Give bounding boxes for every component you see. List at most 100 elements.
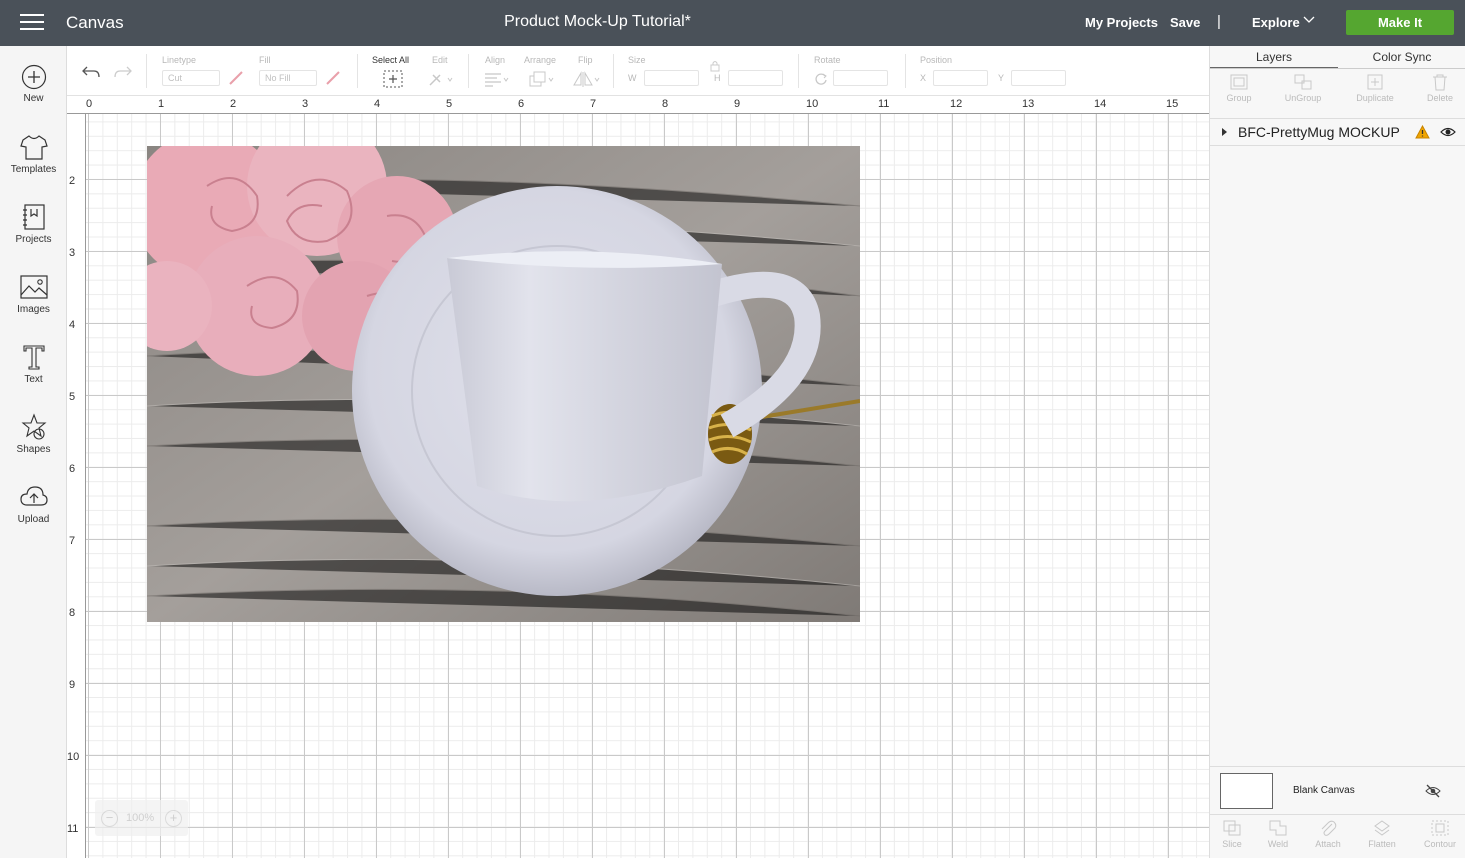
layer-item[interactable]: BFC-PrettyMug MOCKUP — [1210, 118, 1465, 146]
blank-canvas-row[interactable]: Blank Canvas — [1210, 766, 1465, 814]
save-button[interactable]: Save — [1170, 15, 1200, 30]
linetype-label: Linetype — [162, 55, 197, 65]
ruler-mark: 2 — [230, 98, 237, 110]
align-icon[interactable] — [483, 71, 511, 87]
layer-name: BFC-PrettyMug MOCKUP — [1238, 124, 1400, 140]
duplicate-label: Duplicate — [1356, 93, 1394, 103]
weld-button[interactable]: Weld — [1252, 819, 1304, 849]
ungroup-button[interactable]: UnGroup — [1271, 73, 1335, 103]
ruler-mark: 0 — [86, 98, 93, 110]
ruler-mark: 12 — [950, 98, 963, 110]
tab-layers[interactable]: Layers — [1210, 46, 1338, 69]
ruler-mark: 15 — [1166, 98, 1179, 110]
zoom-in-button[interactable]: + — [165, 810, 182, 827]
x-label: X — [920, 73, 927, 83]
group-button[interactable]: Group — [1207, 73, 1271, 103]
weld-icon — [1269, 820, 1287, 836]
canvas-color-swatch[interactable] — [1220, 773, 1273, 809]
flip-label: Flip — [578, 55, 593, 65]
my-projects-link[interactable]: My Projects — [1085, 15, 1158, 30]
eye-icon[interactable] — [1440, 126, 1456, 138]
x-input[interactable] — [933, 70, 988, 86]
fill-label: Fill — [259, 55, 271, 65]
flatten-button[interactable]: Flatten — [1356, 819, 1408, 849]
notebook-icon — [22, 204, 45, 230]
ruler-mark: 7 — [69, 535, 76, 547]
text-icon — [22, 345, 45, 370]
attach-label: Attach — [1315, 839, 1341, 849]
left-sidebar: New Templates Projects Images Text Shape… — [0, 46, 67, 858]
height-input[interactable] — [728, 70, 783, 86]
linetype-color-icon[interactable] — [228, 70, 244, 86]
height-label: H — [714, 73, 721, 83]
edit-icon[interactable] — [428, 71, 454, 87]
contour-button[interactable]: Contour — [1414, 819, 1465, 849]
expand-caret-icon[interactable] — [1222, 128, 1227, 136]
explore-dropdown[interactable]: Explore — [1252, 15, 1300, 30]
zoom-level: 100% — [126, 812, 155, 824]
sidebar-item-templates[interactable]: Templates — [0, 133, 67, 195]
sidebar-item-new[interactable]: New — [0, 64, 67, 126]
flatten-label: Flatten — [1368, 839, 1396, 849]
tab-color-sync[interactable]: Color Sync — [1338, 46, 1465, 69]
toolbar-divider — [146, 54, 147, 88]
ruler-mark: 13 — [1022, 98, 1035, 110]
plus-circle-icon — [21, 64, 46, 90]
linetype-select[interactable]: Cut — [162, 70, 220, 86]
ruler-mark: 8 — [69, 607, 76, 619]
lock-icon[interactable] — [708, 60, 722, 72]
sidebar-item-text[interactable]: Text — [0, 343, 67, 405]
y-input[interactable] — [1011, 70, 1066, 86]
layers-panel: Layers Color Sync Group UnGroup Duplicat… — [1209, 46, 1465, 858]
duplicate-button[interactable]: Duplicate — [1343, 73, 1407, 103]
select-all-label: Select All — [372, 55, 410, 65]
weld-label: Weld — [1267, 839, 1289, 849]
chevron-down-icon[interactable] — [1303, 14, 1315, 26]
width-input[interactable] — [644, 70, 699, 86]
fill-select[interactable]: No Fill — [259, 70, 317, 86]
document-title: Product Mock-Up Tutorial* — [504, 13, 691, 30]
blank-canvas-label: Blank Canvas — [1293, 785, 1355, 796]
redo-icon[interactable] — [113, 64, 133, 80]
ruler-mark: 9 — [69, 679, 76, 691]
paperclip-icon — [1321, 820, 1337, 836]
ruler-mark: 11 — [878, 98, 890, 110]
select-all-icon[interactable] — [383, 70, 403, 88]
trash-icon — [1433, 74, 1447, 91]
eye-hidden-icon[interactable] — [1425, 784, 1441, 798]
sidebar-item-projects[interactable]: Projects — [0, 203, 67, 265]
attach-button[interactable]: Attach — [1302, 819, 1354, 849]
delete-label: Delete — [1426, 93, 1453, 103]
sidebar-item-images[interactable]: Images — [0, 273, 67, 335]
make-it-button[interactable]: Make It — [1346, 10, 1454, 35]
toolbar-divider — [613, 54, 614, 88]
horizontal-ruler: 0 1 2 3 4 5 6 7 8 9 10 11 12 13 14 15 — [67, 96, 1209, 114]
vertical-ruler: 2 3 4 5 6 7 8 9 10 11 — [67, 114, 86, 858]
contour-icon — [1431, 820, 1449, 836]
flip-icon[interactable] — [572, 71, 602, 87]
zoom-out-button[interactable]: − — [101, 810, 118, 827]
ruler-mark: 9 — [734, 98, 741, 110]
ruler-mark: 2 — [69, 175, 76, 187]
slice-label: Slice — [1222, 839, 1242, 849]
shapes-icon — [20, 413, 47, 440]
group-icon — [1230, 74, 1248, 90]
sidebar-item-shapes[interactable]: Shapes — [0, 413, 67, 475]
zoom-control: − 100% + — [95, 800, 188, 836]
ruler-mark: 10 — [67, 751, 80, 763]
fill-color-icon[interactable] — [325, 70, 341, 86]
position-label: Position — [920, 55, 953, 65]
arrange-icon[interactable] — [528, 71, 556, 87]
arrange-label: Arrange — [524, 55, 557, 65]
ruler-mark: 4 — [69, 319, 76, 331]
warning-icon[interactable] — [1415, 125, 1430, 139]
slice-button[interactable]: Slice — [1206, 819, 1258, 849]
mug-mockup-image[interactable] — [147, 146, 860, 622]
undo-icon[interactable] — [81, 64, 101, 80]
sidebar-item-upload[interactable]: Upload — [0, 483, 67, 545]
ruler-mark: 1 — [158, 98, 165, 110]
rotate-input[interactable] — [833, 70, 888, 86]
image-icon — [19, 275, 48, 299]
delete-button[interactable]: Delete — [1408, 73, 1465, 103]
bottom-tools: Slice Weld Attach Flatten Contour — [1210, 814, 1465, 858]
